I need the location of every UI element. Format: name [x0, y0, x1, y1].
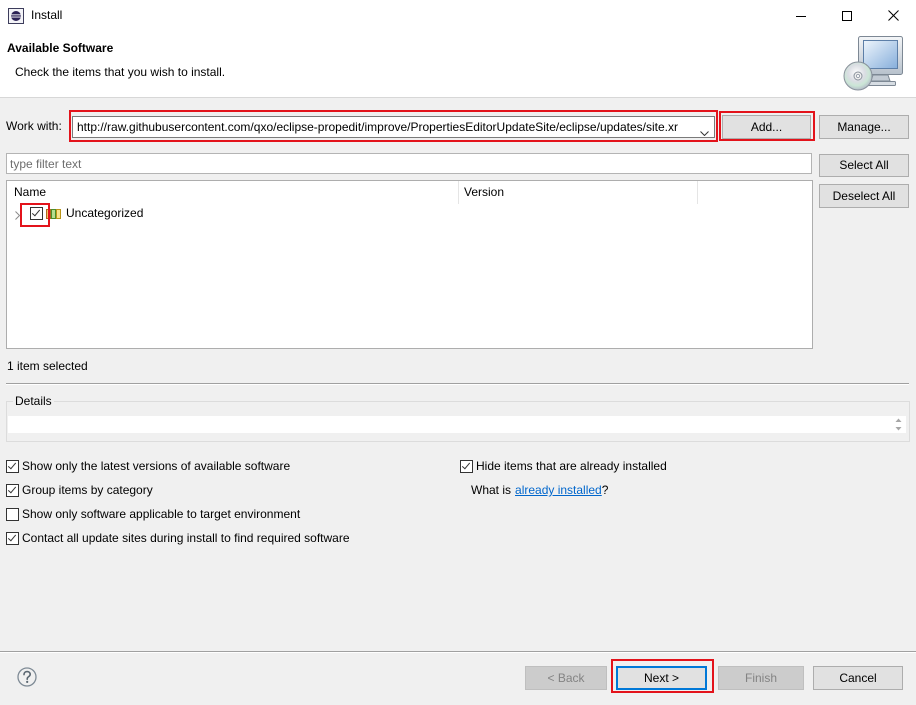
- option-contact-all-sites-label[interactable]: Contact all update sites during install …: [22, 531, 350, 545]
- what-is-prefix: What is: [471, 483, 512, 497]
- option-target-environment-checkbox[interactable]: [6, 508, 19, 521]
- option-contact-all-sites[interactable]: Contact all update sites during install …: [6, 531, 386, 546]
- footer-divider: [0, 651, 916, 653]
- tree-header: Name Version: [7, 181, 812, 204]
- selection-status: 1 item selected: [7, 359, 88, 373]
- page-title: Available Software: [7, 41, 114, 55]
- option-latest-versions-checkbox[interactable]: [6, 460, 19, 473]
- annotation-highlight-next: [611, 659, 714, 693]
- option-group-by-category[interactable]: Group items by category: [6, 483, 366, 498]
- close-icon: [887, 10, 899, 21]
- tree-row[interactable]: Uncategorized: [7, 204, 812, 224]
- option-contact-all-sites-checkbox[interactable]: [6, 532, 19, 545]
- option-latest-versions-label[interactable]: Show only the latest versions of availab…: [22, 459, 290, 473]
- column-divider[interactable]: [458, 181, 459, 204]
- close-button[interactable]: [870, 0, 916, 31]
- column-header-name[interactable]: Name: [14, 185, 46, 199]
- option-hide-installed-checkbox[interactable]: [460, 460, 473, 473]
- already-installed-link[interactable]: already installed: [515, 483, 602, 497]
- minimize-button[interactable]: [778, 0, 824, 31]
- annotation-highlight-checkbox: [20, 203, 50, 227]
- cancel-button[interactable]: Cancel: [813, 666, 903, 690]
- divider: [6, 383, 909, 385]
- install-monitor-cd-icon: [843, 34, 905, 92]
- details-label: Details: [13, 394, 54, 408]
- finish-button[interactable]: Finish: [718, 666, 804, 690]
- column-header-version[interactable]: Version: [464, 185, 504, 199]
- maximize-icon: [842, 10, 852, 21]
- annotation-highlight-work-with: [69, 110, 718, 142]
- option-group-by-category-checkbox[interactable]: [6, 484, 19, 497]
- option-hide-installed[interactable]: Hide items that are already installed: [460, 459, 690, 474]
- option-group-by-category-label[interactable]: Group items by category: [22, 483, 153, 497]
- wizard-header: Available Software Check the items that …: [0, 32, 916, 98]
- eclipse-icon: [8, 8, 24, 24]
- details-text-area[interactable]: [8, 416, 906, 433]
- option-target-environment[interactable]: Show only software applicable to target …: [6, 507, 366, 522]
- option-latest-versions[interactable]: Show only the latest versions of availab…: [6, 459, 366, 474]
- tree-row-label: Uncategorized: [66, 206, 144, 220]
- work-with-label: Work with:: [6, 119, 62, 133]
- what-is-suffix: ?: [601, 483, 609, 497]
- select-all-button[interactable]: Select All: [819, 154, 909, 177]
- back-button[interactable]: < Back: [525, 666, 607, 690]
- option-hide-installed-label[interactable]: Hide items that are already installed: [476, 459, 667, 473]
- filter-input[interactable]: [6, 153, 812, 174]
- deselect-all-button[interactable]: Deselect All: [819, 184, 909, 208]
- window-title: Install: [31, 8, 63, 22]
- column-divider[interactable]: [697, 181, 698, 204]
- software-tree[interactable]: Name Version Uncategorized: [6, 180, 813, 349]
- maximize-button[interactable]: [824, 0, 870, 31]
- annotation-highlight-add: [719, 111, 815, 141]
- minimize-icon: [796, 15, 806, 17]
- page-description: Check the items that you wish to install…: [15, 65, 226, 79]
- manage-sites-button[interactable]: Manage...: [819, 115, 909, 139]
- scroll-arrows-icon[interactable]: [895, 418, 902, 431]
- help-icon[interactable]: [17, 667, 37, 687]
- option-target-environment-label[interactable]: Show only software applicable to target …: [22, 507, 300, 521]
- title-bar: Install: [0, 0, 916, 32]
- what-is-installed-text: What is already installed?: [471, 483, 608, 497]
